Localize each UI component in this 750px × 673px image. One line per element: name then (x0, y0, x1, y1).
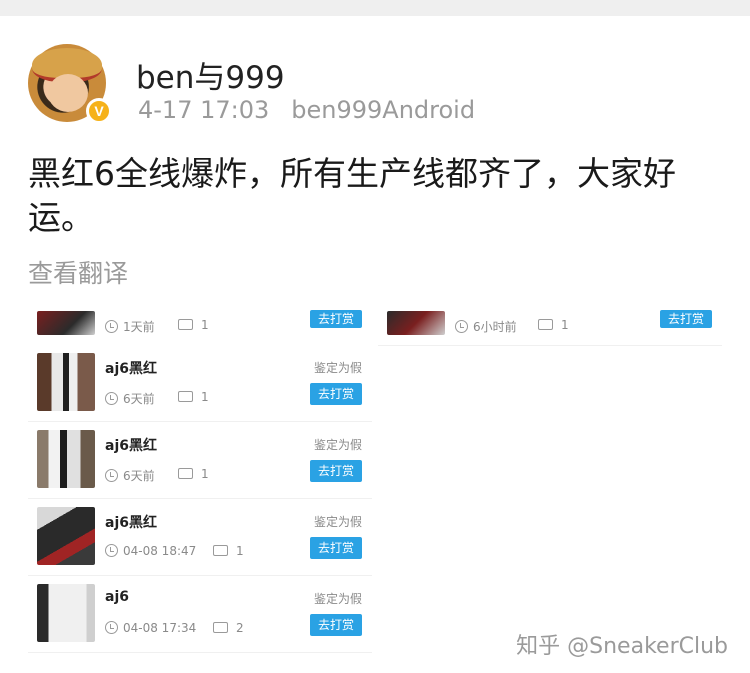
shoe-thumbnail (37, 584, 95, 642)
shoe-thumbnail (37, 430, 95, 488)
list-item[interactable]: 1天前 1 去打赏 (28, 307, 372, 346)
item-title[interactable]: aj6黑红 (105, 512, 157, 532)
tip-button[interactable]: 去打赏 (310, 310, 362, 328)
tip-button[interactable]: 去打赏 (310, 460, 362, 482)
post-time: 6小时前 (455, 318, 517, 335)
post-text: 黑红6全线爆炸，所有生产线都齐了，大家好运。 (28, 154, 676, 237)
comment-count: 2 (213, 621, 244, 635)
post-time: 04-08 17:34 (105, 621, 196, 635)
username[interactable]: ben与999 (136, 52, 285, 97)
shoe-thumbnail (37, 507, 95, 565)
comment-count: 1 (178, 318, 209, 332)
clock-icon (105, 320, 118, 333)
tip-button[interactable]: 去打赏 (310, 383, 362, 405)
list-item[interactable]: 6小时前 1 去打赏 (378, 307, 722, 346)
tip-button[interactable]: 去打赏 (660, 310, 712, 328)
shoe-thumbnail (387, 311, 445, 335)
post-time: 6天前 (105, 467, 155, 484)
post-time: 04-08 18:47 (105, 544, 196, 558)
comment-count: 1 (538, 318, 569, 332)
list-item[interactable]: aj6 04-08 17:34 2 鉴定为假 去打赏 (28, 576, 372, 653)
verdict-label: 鉴定为假 (313, 361, 362, 375)
comment-icon (178, 391, 193, 402)
clock-icon (105, 544, 118, 557)
list-item[interactable]: aj6黑红 6天前 1 鉴定为假 去打赏 (28, 422, 372, 499)
post-meta: 4-17 17:03 ben999Android (138, 96, 475, 124)
comment-count: 1 (213, 544, 244, 558)
comment-count: 1 (178, 390, 209, 404)
post-time: 1天前 (105, 318, 155, 335)
watermark: 知乎 @SneakerClub (516, 634, 728, 659)
top-bar (0, 0, 750, 16)
clock-icon (105, 469, 118, 482)
comment-icon (538, 319, 553, 330)
item-title[interactable]: aj6 (105, 589, 129, 605)
comment-icon (178, 319, 193, 330)
comment-icon (213, 622, 228, 633)
tip-button[interactable]: 去打赏 (310, 537, 362, 559)
clock-icon (105, 392, 118, 405)
list-item[interactable]: aj6黑红 04-08 18:47 1 鉴定为假 去打赏 (28, 499, 372, 576)
verdict-label: 鉴定为假 (313, 515, 362, 529)
item-title[interactable]: aj6黑红 (105, 435, 157, 455)
comment-count: 1 (178, 467, 209, 481)
verified-badge-icon: V (86, 98, 112, 124)
avatar-face-graphic (48, 74, 88, 112)
verdict-label: 鉴定为假 (313, 438, 362, 452)
verdict-label: 鉴定为假 (313, 592, 362, 606)
translate-link[interactable]: 查看翻译 (28, 254, 128, 290)
shoe-thumbnail (37, 353, 95, 411)
post-time: 4-17 17:03 (138, 96, 270, 124)
comment-icon (213, 545, 228, 556)
shoe-thumbnail (37, 311, 95, 335)
tip-button[interactable]: 去打赏 (310, 614, 362, 636)
clock-icon (455, 320, 468, 333)
item-title[interactable]: aj6黑红 (105, 358, 157, 378)
clock-icon (105, 621, 118, 634)
comment-icon (178, 468, 193, 479)
list-item[interactable]: aj6黑红 6天前 1 鉴定为假 去打赏 (28, 345, 372, 422)
post-time: 6天前 (105, 390, 155, 407)
post-source: ben999Android (291, 96, 476, 124)
